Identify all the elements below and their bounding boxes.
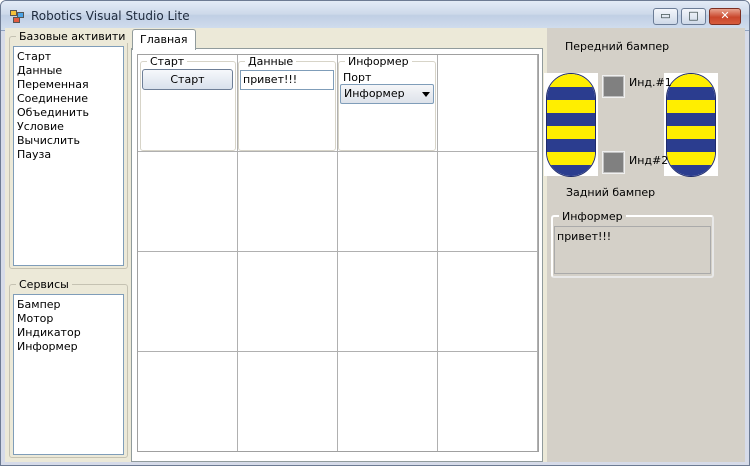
grid-cell[interactable]: Старт Старт (138, 55, 238, 152)
services-group: Сервисы Бампер Мотор Индикатор Информер (9, 278, 128, 458)
grid-cell[interactable] (438, 152, 538, 252)
grid-cell[interactable] (238, 352, 338, 451)
list-item[interactable]: Индикатор (14, 326, 123, 340)
app-window: Robotics Visual Studio Lite ▭ □ ✕ Базовы… (0, 0, 750, 466)
bumper-left (544, 73, 598, 177)
client-area: Базовые активити Старт Данные Переменная… (5, 28, 745, 462)
port-label: Порт (343, 71, 372, 84)
list-item[interactable]: Старт (14, 50, 123, 64)
grid-cell[interactable]: Данные привет!!! (238, 55, 338, 152)
grid-cell[interactable] (138, 152, 238, 252)
informer-output: привет!!! (554, 226, 711, 274)
list-item[interactable]: Переменная (14, 78, 123, 92)
activities-group: Базовые активити Старт Данные Переменная… (9, 30, 129, 269)
informer-block-title: Информер (345, 55, 412, 68)
list-item[interactable]: Информер (14, 340, 123, 354)
workspace-grid: Старт Старт Данные привет!!! Информер По… (137, 54, 539, 452)
rear-bumper-label: Задний бампер (566, 186, 656, 199)
indicator-2 (602, 151, 625, 174)
informer-group-title: Информер (559, 210, 626, 223)
grid-cell[interactable] (138, 252, 238, 352)
indicator-1 (602, 75, 625, 98)
indicator-1-label: Инд.#1 (629, 76, 672, 89)
start-block-title: Старт (147, 55, 188, 68)
app-icon (10, 10, 26, 24)
grid-cell[interactable] (338, 252, 438, 352)
front-bumper-label: Передний бампер (565, 40, 670, 53)
activities-group-title: Базовые активити (16, 30, 129, 43)
grid-cell[interactable]: Информер Порт Информер (338, 55, 438, 152)
grid-cell[interactable] (438, 252, 538, 352)
list-item[interactable]: Соединение (14, 92, 123, 106)
robot-panel: Передний бампер Инд.#1 Инд#2 Задний бамп… (544, 28, 745, 462)
minimize-icon: ▭ (660, 9, 671, 22)
maximize-icon: □ (688, 9, 699, 22)
indicator-2-label: Инд#2 (629, 154, 669, 167)
bumper-right (664, 73, 718, 177)
list-item[interactable]: Пауза (14, 148, 123, 162)
grid-cell[interactable] (338, 152, 438, 252)
data-value-field[interactable]: привет!!! (240, 70, 334, 90)
chevron-down-icon[interactable] (422, 92, 430, 97)
grid-cell[interactable] (438, 55, 538, 152)
list-item[interactable]: Объединить (14, 106, 123, 120)
close-button[interactable]: ✕ (709, 8, 741, 25)
tab-main[interactable]: Главная (132, 29, 196, 50)
grid-cell[interactable] (138, 352, 238, 451)
grid-cell[interactable] (438, 352, 538, 451)
tab-page-main: Старт Старт Данные привет!!! Информер По… (131, 48, 543, 462)
list-item[interactable]: Данные (14, 64, 123, 78)
list-item[interactable]: Условие (14, 120, 123, 134)
bumper-right-stripes (666, 73, 716, 177)
minimize-button[interactable]: ▭ (653, 8, 678, 25)
services-group-title: Сервисы (16, 278, 72, 291)
activities-list[interactable]: Старт Данные Переменная Соединение Объед… (13, 46, 124, 266)
list-item[interactable]: Вычислить (14, 134, 123, 148)
title-bar[interactable]: Robotics Visual Studio Lite ▭ □ ✕ (1, 1, 749, 31)
list-item[interactable]: Бампер (14, 298, 123, 312)
maximize-button[interactable]: □ (681, 8, 706, 25)
grid-cell[interactable] (238, 152, 338, 252)
port-select[interactable]: Информер (340, 84, 434, 104)
list-item[interactable]: Мотор (14, 312, 123, 326)
bumper-left-stripes (546, 73, 596, 177)
close-icon: ✕ (720, 9, 730, 22)
data-block-title: Данные (245, 55, 297, 68)
informer-group: Информер привет!!! (551, 210, 714, 278)
grid-cell[interactable] (338, 352, 438, 451)
services-list[interactable]: Бампер Мотор Индикатор Информер (13, 294, 124, 455)
window-title: Robotics Visual Studio Lite (31, 9, 190, 23)
port-select-value: Информер (344, 87, 405, 100)
grid-cell[interactable] (238, 252, 338, 352)
start-button[interactable]: Старт (142, 69, 233, 90)
